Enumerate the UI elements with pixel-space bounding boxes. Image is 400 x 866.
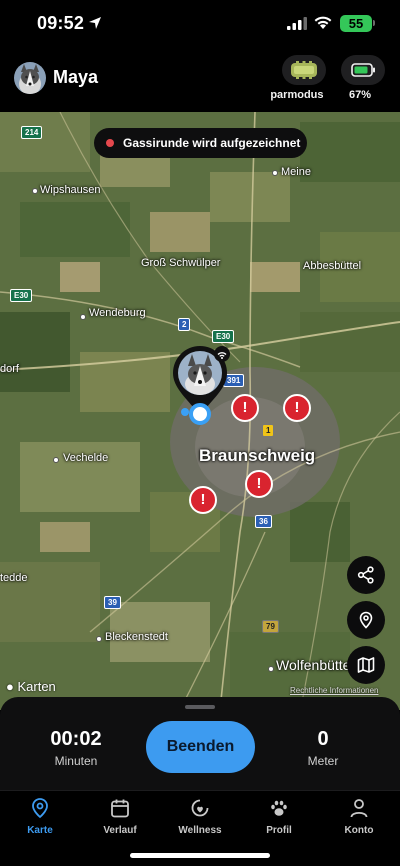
share-button[interactable] bbox=[347, 556, 385, 594]
distance-value: 0 bbox=[317, 728, 329, 750]
place-dot-wolfenbuettel bbox=[268, 666, 274, 672]
status-time: 09:52 bbox=[37, 13, 85, 33]
battery-icon bbox=[351, 63, 375, 77]
place-braunschweig: Braunschweig bbox=[199, 446, 316, 465]
wifi-icon bbox=[314, 16, 332, 29]
tab-wellness[interactable]: Wellness bbox=[165, 797, 235, 845]
tracker-device-icon bbox=[291, 61, 317, 79]
road-shield-214: 214 bbox=[21, 126, 43, 139]
recording-banner-text: Gassirunde wird aufgezeichnet bbox=[123, 136, 301, 150]
place-edge-dorf: dorf bbox=[0, 363, 19, 375]
place-edge-tedde: tedde bbox=[0, 572, 28, 584]
duration-value: 00:02 bbox=[50, 728, 102, 750]
place-wolfenbuettel: Wolfenbütte bbox=[276, 657, 351, 673]
satellite-map[interactable]: Gassirunde wird aufgezeichnet 214 E30 2 … bbox=[0, 112, 400, 710]
sheet-grabber[interactable] bbox=[185, 705, 215, 709]
battery-tip bbox=[373, 20, 375, 26]
place-dot-bleckenstedt bbox=[96, 636, 102, 642]
home-indicator[interactable] bbox=[130, 853, 270, 858]
warning-marker[interactable]: ! bbox=[283, 394, 311, 422]
tracking-sheet: 00:02 Minuten Beenden 0 Meter bbox=[0, 697, 400, 790]
place-wendeburg: Wendeburg bbox=[89, 307, 146, 319]
map-style-button[interactable] bbox=[347, 646, 385, 684]
recording-banner: Gassirunde wird aufgezeichnet bbox=[94, 128, 307, 158]
place-bleckenstedt: Bleckenstedt bbox=[105, 631, 168, 643]
tab-karte[interactable]: Karte bbox=[5, 797, 75, 845]
status-bar: 09:52 55 bbox=[0, 0, 400, 48]
center-location-button[interactable] bbox=[347, 601, 385, 639]
tracker-mode-button[interactable] bbox=[282, 55, 326, 85]
warning-marker[interactable]: ! bbox=[245, 470, 273, 498]
share-icon bbox=[357, 566, 374, 584]
recording-dot-icon bbox=[106, 139, 114, 147]
duration-label: Minuten bbox=[54, 754, 98, 768]
map-pin-icon bbox=[32, 798, 48, 819]
place-dot-meine bbox=[272, 170, 278, 176]
place-meine: Meine bbox=[281, 166, 311, 178]
person-icon bbox=[350, 799, 368, 818]
road-shield-39: 39 bbox=[104, 596, 121, 609]
road-shield-2: 2 bbox=[178, 318, 191, 331]
paw-icon bbox=[271, 800, 287, 816]
tracker-battery-button[interactable] bbox=[341, 55, 385, 85]
road-shield-e30-mid: E30 bbox=[212, 330, 235, 343]
place-vechelde: Vechelde bbox=[63, 452, 109, 464]
legal-info-link[interactable]: Rechtliche Informationen bbox=[290, 686, 379, 695]
map-icon bbox=[357, 657, 375, 673]
tab-konto[interactable]: Konto bbox=[324, 797, 394, 845]
husky-avatar-image bbox=[14, 62, 46, 94]
location-arrow-icon bbox=[89, 17, 101, 29]
calendar-icon bbox=[111, 799, 129, 818]
place-dot-wipshausen bbox=[32, 188, 38, 194]
road-shield-79: 79 bbox=[262, 620, 279, 633]
place-dot-wendeburg bbox=[80, 314, 86, 320]
place-gross-schwuelper: Groß Schwülper bbox=[141, 257, 221, 269]
route-start-dot bbox=[181, 408, 189, 416]
dog-name[interactable]: Maya bbox=[53, 67, 98, 88]
tab-label: Profil bbox=[266, 825, 292, 836]
end-walk-button[interactable]: Beenden bbox=[146, 721, 255, 773]
warning-marker[interactable]: ! bbox=[189, 486, 217, 514]
apple-logo-icon: ● bbox=[6, 679, 14, 694]
cellular-signal-icon bbox=[287, 17, 307, 30]
road-shield-36: 36 bbox=[255, 515, 272, 528]
location-pin-icon bbox=[359, 611, 373, 629]
place-wipshausen: Wipshausen bbox=[40, 184, 101, 196]
distance-label: Meter bbox=[307, 754, 339, 768]
tab-profil[interactable]: Profil bbox=[244, 797, 314, 845]
place-dot-vechelde bbox=[53, 457, 59, 463]
current-position-marker bbox=[189, 403, 211, 425]
wellness-icon bbox=[191, 799, 209, 817]
tab-label: Verlauf bbox=[103, 825, 137, 836]
tracker-battery-percent: 67% bbox=[349, 89, 372, 101]
tab-verlauf[interactable]: Verlauf bbox=[85, 797, 155, 845]
warning-marker[interactable]: ! bbox=[231, 394, 259, 422]
apple-maps-credit: ● Karten bbox=[6, 679, 56, 694]
place-abbesbuettel: Abbesbüttel bbox=[303, 260, 362, 272]
tab-label: Karte bbox=[27, 825, 53, 836]
road-shield-1: 1 bbox=[262, 424, 275, 437]
tracker-mode-label: Sparmodus bbox=[271, 89, 324, 101]
road-shield-e30-left: E30 bbox=[10, 289, 33, 302]
phone-battery-indicator: 55 bbox=[340, 15, 372, 32]
dog-avatar[interactable] bbox=[14, 62, 46, 94]
tab-label: Wellness bbox=[178, 825, 222, 836]
tab-label: Konto bbox=[344, 825, 374, 836]
